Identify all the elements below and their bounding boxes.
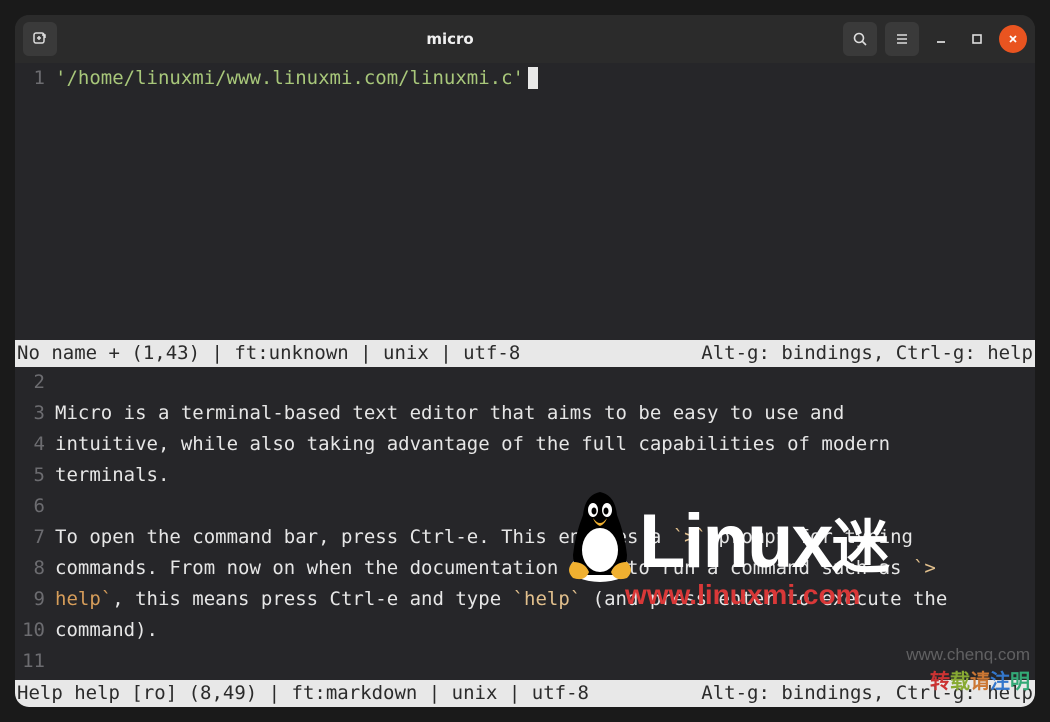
editor-line[interactable]: 7To open the command bar, press Ctrl-e. … — [15, 522, 1035, 553]
editor-line[interactable]: 5terminals. — [15, 460, 1035, 491]
line-content[interactable]: commands. From now on when the documenta… — [55, 555, 942, 582]
line-content[interactable] — [55, 493, 61, 520]
line-number: 5 — [15, 462, 55, 489]
editor-line[interactable]: 9help`, this means press Ctrl-e and type… — [15, 584, 1035, 615]
line-number: 6 — [15, 493, 55, 520]
line-content[interactable]: intuitive, while also taking advantage o… — [55, 431, 896, 458]
status-bar-top: No name + (1,43) | ft:unknown | unix | u… — [15, 340, 1035, 367]
line-content[interactable]: command). — [55, 617, 164, 644]
editor-line[interactable]: 2 — [15, 367, 1035, 398]
editor-line[interactable]: 6 — [15, 491, 1035, 522]
line-content[interactable]: help`, this means press Ctrl-e and type … — [55, 586, 953, 613]
window-title: micro — [65, 30, 835, 48]
status-left: Help help [ro] (8,49) | ft:markdown | un… — [17, 680, 589, 707]
maximize-button[interactable] — [963, 25, 991, 53]
line-content[interactable] — [55, 369, 61, 396]
line-number: 1 — [15, 65, 55, 92]
status-left: No name + (1,43) | ft:unknown | unix | u… — [17, 340, 520, 367]
editor-line[interactable]: 10command). — [15, 615, 1035, 646]
minimize-icon — [935, 33, 947, 45]
editor-line[interactable]: 8commands. From now on when the document… — [15, 553, 1035, 584]
app-window: micro — [15, 15, 1035, 707]
line-content[interactable]: Micro is a terminal-based text editor th… — [55, 400, 850, 427]
editor-line[interactable]: 11 — [15, 646, 1035, 677]
hamburger-menu-icon — [894, 31, 910, 47]
line-number: 3 — [15, 400, 55, 427]
search-button[interactable] — [843, 22, 877, 56]
editor-line[interactable]: 1'/home/linuxmi/www.linuxmi.com/linuxmi.… — [15, 63, 1035, 94]
status-right: Alt-g: bindings, Ctrl-g: help — [701, 680, 1033, 707]
line-number: 11 — [15, 648, 55, 675]
editor-line[interactable]: 3Micro is a terminal-based text editor t… — [15, 398, 1035, 429]
maximize-icon — [971, 33, 983, 45]
line-number: 7 — [15, 524, 55, 551]
editor-pane-bottom[interactable]: 23Micro is a terminal-based text editor … — [15, 367, 1035, 680]
line-content[interactable] — [55, 648, 61, 675]
line-content[interactable]: '/home/linuxmi/www.linuxmi.com/linuxmi.c… — [55, 65, 544, 92]
new-tab-button[interactable] — [23, 22, 57, 56]
editor-area: 1'/home/linuxmi/www.linuxmi.com/linuxmi.… — [15, 63, 1035, 707]
titlebar: micro — [15, 15, 1035, 63]
status-bar-bottom: Help help [ro] (8,49) | ft:markdown | un… — [15, 680, 1035, 707]
status-right: Alt-g: bindings, Ctrl-g: help — [701, 340, 1033, 367]
text-cursor — [528, 67, 538, 89]
menu-button[interactable] — [885, 22, 919, 56]
editor-pane-top[interactable]: 1'/home/linuxmi/www.linuxmi.com/linuxmi.… — [15, 63, 1035, 340]
line-content[interactable]: terminals. — [55, 462, 175, 489]
line-number: 2 — [15, 369, 55, 396]
line-number: 10 — [15, 617, 55, 644]
editor-line[interactable]: 4intuitive, while also taking advantage … — [15, 429, 1035, 460]
search-icon — [852, 31, 868, 47]
line-number: 8 — [15, 555, 55, 582]
line-number: 9 — [15, 586, 55, 613]
line-content[interactable]: To open the command bar, press Ctrl-e. T… — [55, 524, 919, 551]
minimize-button[interactable] — [927, 25, 955, 53]
line-number: 4 — [15, 431, 55, 458]
new-tab-icon — [32, 31, 48, 47]
close-button[interactable] — [999, 25, 1027, 53]
close-icon — [1007, 33, 1019, 45]
